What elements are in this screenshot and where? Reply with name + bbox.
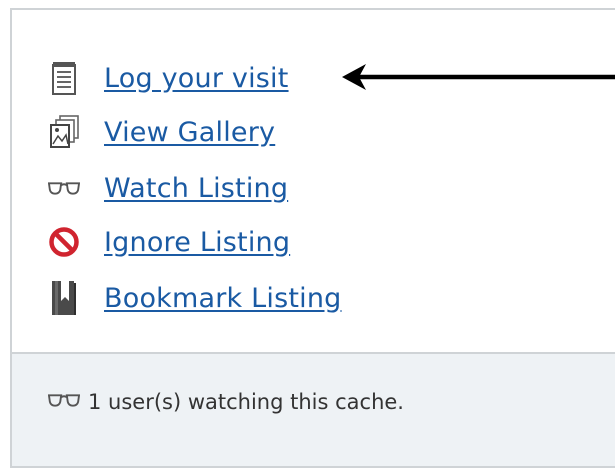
bookmark-listing-row[interactable]: Bookmark Listing: [48, 276, 342, 320]
prohibited-icon: [48, 222, 80, 262]
view-gallery-link[interactable]: View Gallery: [104, 117, 275, 148]
watch-listing-link[interactable]: Watch Listing: [104, 173, 288, 204]
watchers-footer: 1 user(s) watching this cache.: [12, 352, 615, 466]
glasses-icon: [48, 168, 80, 208]
watch-listing-row[interactable]: Watch Listing: [48, 166, 288, 210]
ignore-listing-link[interactable]: Ignore Listing: [104, 227, 290, 258]
arrow-pointer: [342, 64, 615, 90]
ignore-listing-row[interactable]: Ignore Listing: [48, 220, 290, 264]
watchers-text: 1 user(s) watching this cache.: [88, 390, 404, 414]
watchers-status: 1 user(s) watching this cache.: [47, 390, 404, 414]
cache-actions-panel: Log your visit View Gallery Watch Listin…: [10, 8, 615, 468]
notepad-icon: [48, 58, 80, 98]
log-visit-link[interactable]: Log your visit: [104, 63, 289, 94]
view-gallery-row[interactable]: View Gallery: [48, 110, 275, 154]
glasses-icon: [47, 392, 81, 412]
bookmark-icon: [48, 278, 80, 318]
gallery-icon: [48, 112, 80, 152]
bookmark-listing-link[interactable]: Bookmark Listing: [104, 283, 342, 314]
log-visit-row[interactable]: Log your visit: [48, 56, 289, 100]
action-links: Log your visit View Gallery Watch Listin…: [12, 10, 615, 352]
